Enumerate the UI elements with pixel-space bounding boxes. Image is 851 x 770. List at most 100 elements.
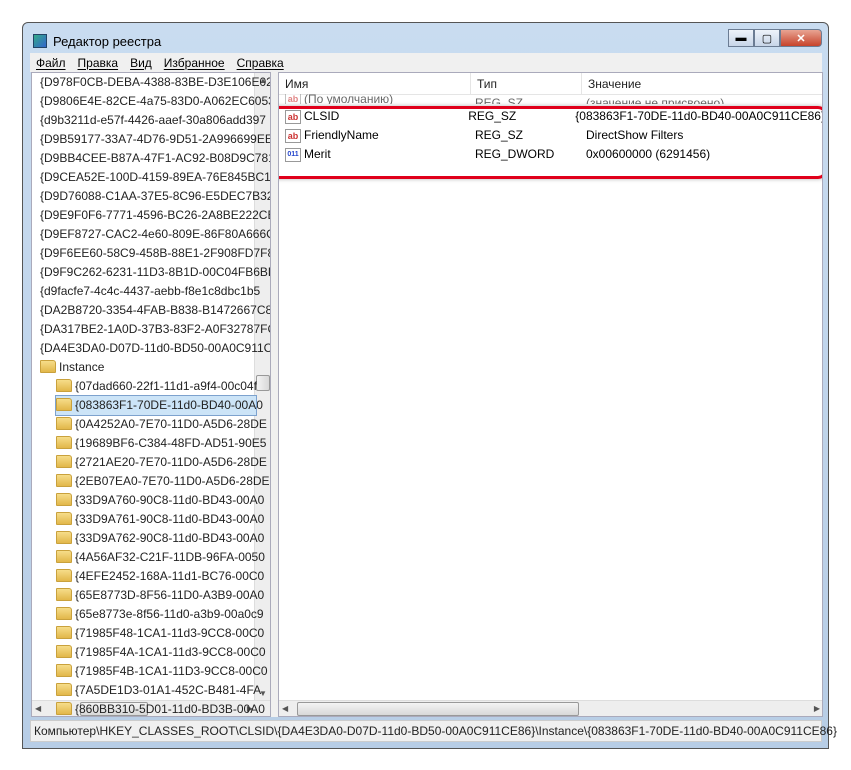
folder-icon: [56, 455, 72, 468]
tree-item[interactable]: {D9F9C262-6231-11D3-8B1D-00C04FB6BD: [40, 263, 271, 282]
tree-item-instance[interactable]: Instance: [40, 358, 104, 377]
tree-item[interactable]: {4A56AF32-C21F-11DB-96FA-0050: [56, 548, 265, 567]
folder-icon: [56, 531, 72, 544]
tree-item-label: {33D9A762-90C8-11d0-BD43-00A0: [75, 531, 265, 545]
tree-item[interactable]: {71985F48-1CA1-11d3-9CC8-00C0: [56, 624, 264, 643]
menu-edit[interactable]: Правка: [78, 56, 119, 70]
folder-icon: [56, 607, 72, 620]
folder-icon: [56, 588, 72, 601]
close-button[interactable]: ✕: [780, 29, 822, 47]
regedit-app-icon: [33, 34, 47, 48]
column-value[interactable]: Значение: [582, 73, 822, 95]
folder-icon: [56, 379, 72, 392]
tree-item-label: {33D9A760-90C8-11d0-BD43-00A0: [75, 493, 265, 507]
tree-item-label: {D9CEA52E-100D-4159-89EA-76E845BC13: [40, 170, 271, 184]
tree-item-label: {d9b3211d-e57f-4426-aaef-30a806add397: [40, 113, 266, 127]
tree-item-label: {0A4252A0-7E70-11D0-A5D6-28DE: [75, 417, 267, 431]
tree-item[interactable]: {7A5DE1D3-01A1-452C-B481-4FA: [56, 681, 261, 700]
tree-item-label: {D9B59177-33A7-4D76-9D51-2A996699EE: [40, 132, 271, 146]
tree-item-label: {083863F1-70DE-11d0-BD40-00A0: [75, 398, 263, 412]
tree-item-label: Instance: [59, 360, 105, 374]
folder-icon: [56, 645, 72, 658]
tree-item-selected[interactable]: {083863F1-70DE-11d0-BD40-00A0: [55, 395, 263, 416]
menu-help[interactable]: Справка: [237, 56, 284, 70]
folder-icon: [56, 683, 72, 696]
minimize-button[interactable]: ▬: [728, 29, 754, 47]
tree-item[interactable]: {07dad660-22f1-11d1-a9f4-00c04f: [56, 377, 257, 396]
tree-item-label: {2721AE20-7E70-11D0-A5D6-28DE: [75, 455, 267, 469]
value-name-label: (По умолчанию): [304, 94, 394, 104]
registry-editor-window: Редактор реестра ▬ ▢ ✕ Файл Правка Вид И…: [22, 22, 837, 749]
tree-item-label: {D9F6EE60-58C9-458B-88E1-2F908FD7F8: [40, 246, 271, 260]
pane-splitter[interactable]: [271, 72, 278, 717]
tree-item[interactable]: {D9D76088-C1AA-37E5-8C96-E5DEC7B32: [40, 187, 271, 206]
tree-item[interactable]: {D9B59177-33A7-4D76-9D51-2A996699EE: [40, 130, 271, 149]
key-tree: ▲ ▼ ◀ ▶ {D978F0CB-DEBA-4388-83BE-D3E106E…: [31, 72, 271, 717]
tree-item-label: {DA4E3DA0-D07D-11d0-BD50-00A0C911C: [40, 341, 271, 355]
tree-item-label: {860BB310-5D01-11d0-BD3B-00A0: [75, 702, 265, 716]
tree-item[interactable]: {4EFE2452-168A-11d1-BC76-00C0: [56, 567, 264, 586]
values-hscroll-thumb[interactable]: [297, 702, 579, 716]
tree-item-label: {D9806E4E-82CE-4a75-83D0-A062EC6053: [40, 94, 271, 108]
tree-item[interactable]: {19689BF6-C384-48FD-AD51-90E5: [56, 434, 266, 453]
folder-icon: [56, 626, 72, 639]
maximize-button[interactable]: ▢: [754, 29, 780, 47]
tree-item[interactable]: {71985F4A-1CA1-11d3-9CC8-00C0: [56, 643, 266, 662]
tree-item[interactable]: {860BB310-5D01-11d0-BD3B-00A0: [56, 700, 265, 716]
menu-file[interactable]: Файл: [36, 56, 66, 70]
tree-item[interactable]: {d9facfe7-4c4c-4437-aebb-f8e1c8dbc1b5: [40, 282, 260, 301]
value-name: ab (По умолчанию): [285, 94, 475, 104]
folder-icon: [56, 702, 72, 715]
folder-icon: [56, 436, 72, 449]
tree-item-label: {2EB07EA0-7E70-11D0-A5D6-28DE: [75, 474, 270, 488]
values-horizontal-scrollbar[interactable]: ◀ ▶: [279, 700, 822, 716]
tree-item[interactable]: {D978F0CB-DEBA-4388-83BE-D3E106E02A: [40, 73, 270, 92]
status-bar-path: Компьютер\HKEY_CLASSES_ROOT\CLSID\{DA4E3…: [30, 720, 837, 742]
tree-item-label: {d9facfe7-4c4c-4437-aebb-f8e1c8dbc1b5: [40, 284, 261, 298]
window-title: Редактор реестра: [53, 33, 162, 49]
tree-scroll-thumb[interactable]: [256, 375, 270, 391]
menu-favorites[interactable]: Избранное: [164, 56, 225, 70]
tree-item[interactable]: {65E8773D-8F56-11D0-A3B9-00A0: [56, 586, 264, 605]
values-pane: Имя Тип Значение ◀ ▶ ab (По умолчанию) REG…: [278, 72, 823, 717]
tree-item[interactable]: {0A4252A0-7E70-11D0-A5D6-28DE: [56, 415, 267, 434]
tree-item-label: {07dad660-22f1-11d1-a9f4-00c04f: [75, 379, 257, 393]
column-name[interactable]: Имя: [279, 73, 471, 95]
menu-view[interactable]: Вид: [130, 56, 152, 70]
column-type[interactable]: Тип: [471, 73, 582, 95]
tree-item-label: {71985F4A-1CA1-11d3-9CC8-00C0: [75, 645, 266, 659]
tree-item-label: {4A56AF32-C21F-11DB-96FA-0050: [75, 550, 265, 564]
tree-item[interactable]: {D9EF8727-CAC2-4e60-809E-86F80A666C: [40, 225, 270, 244]
tree-item-label: {DA2B8720-3354-4FAB-B838-B1472667C8: [40, 303, 271, 317]
tree-item-label: {D9BB4CEE-B87A-47F1-AC92-B08D9C781: [40, 151, 271, 165]
tree-item-label: {D9F9C262-6231-11D3-8B1D-00C04FB6BD: [40, 265, 271, 279]
tree-item-label: {D9E9F0F6-7771-4596-BC26-2A8BE222CB: [40, 208, 271, 222]
tree-item-label: {71985F48-1CA1-11d3-9CC8-00C0: [75, 626, 265, 640]
tree-item-label: {4EFE2452-168A-11d1-BC76-00C0: [75, 569, 265, 583]
tree-item[interactable]: {71985F4B-1CA1-11D3-9CC8-00C0: [56, 662, 268, 681]
tree-item[interactable]: {2721AE20-7E70-11D0-A5D6-28DE: [56, 453, 267, 472]
tree-item-label: {65E8773D-8F56-11D0-A3B9-00A0: [75, 588, 265, 602]
tree-item[interactable]: {33D9A762-90C8-11d0-BD43-00A0: [56, 529, 264, 548]
folder-icon: [56, 550, 72, 563]
tree-item[interactable]: {DA4E3DA0-D07D-11d0-BD50-00A0C911C: [40, 339, 271, 358]
value-type: REG_SZ: [475, 96, 524, 104]
tree-item[interactable]: {D9BB4CEE-B87A-47F1-AC92-B08D9C781: [40, 149, 271, 168]
tree-item-label: {DA317BE2-1A0D-37B3-83F2-A0F32787FC: [40, 322, 271, 336]
tree-item[interactable]: {33D9A760-90C8-11d0-BD43-00A0: [56, 491, 264, 510]
tree-item[interactable]: {65e8773e-8f56-11d0-a3b9-00a0c9: [56, 605, 264, 624]
tree-item[interactable]: {D9806E4E-82CE-4a75-83D0-A062EC6053: [40, 92, 271, 111]
value-row[interactable]: ab (По умолчанию) REG_SZ (значение не присв…: [285, 94, 822, 104]
folder-icon: [56, 398, 72, 411]
tree-item[interactable]: {d9b3211d-e57f-4426-aaef-30a806add397: [40, 111, 266, 130]
tree-item[interactable]: {33D9A761-90C8-11d0-BD43-00A0: [56, 510, 264, 529]
tree-item-label: {D9D76088-C1AA-37E5-8C96-E5DEC7B32: [40, 189, 271, 203]
tree-item[interactable]: {DA2B8720-3354-4FAB-B838-B1472667C8: [40, 301, 271, 320]
tree-item[interactable]: {2EB07EA0-7E70-11D0-A5D6-28DE: [56, 472, 270, 491]
folder-icon: [56, 569, 72, 582]
tree-item[interactable]: {D9CEA52E-100D-4159-89EA-76E845BC13: [40, 168, 271, 187]
folder-icon: [56, 512, 72, 525]
tree-item[interactable]: {D9F6EE60-58C9-458B-88E1-2F908FD7F8: [40, 244, 271, 263]
tree-item[interactable]: {D9E9F0F6-7771-4596-BC26-2A8BE222CB: [40, 206, 271, 225]
tree-item[interactable]: {DA317BE2-1A0D-37B3-83F2-A0F32787FC: [40, 320, 271, 339]
